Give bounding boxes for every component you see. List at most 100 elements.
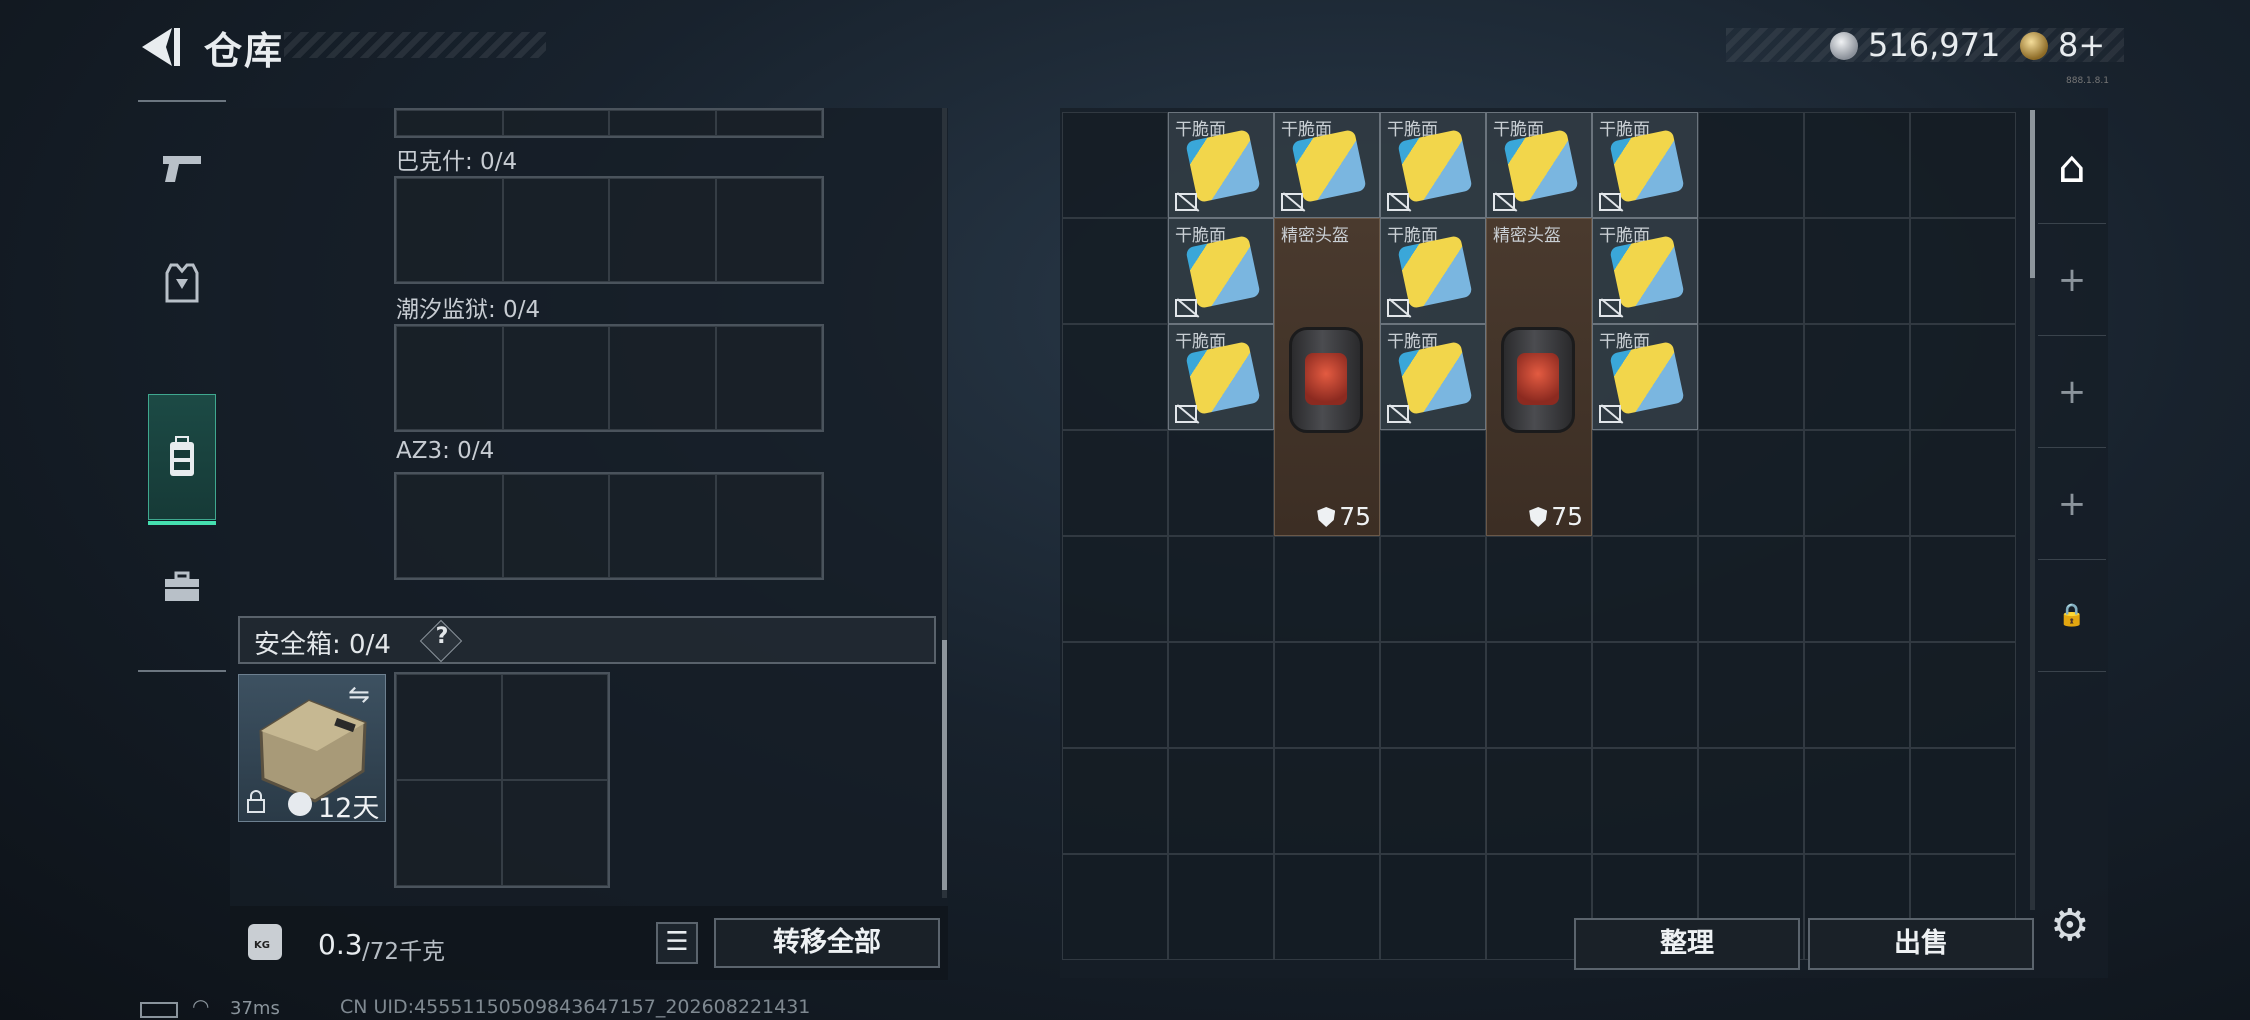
storage-cell[interactable] bbox=[1592, 748, 1698, 854]
storage-cell[interactable] bbox=[1698, 748, 1804, 854]
storage-cell[interactable] bbox=[1698, 642, 1804, 748]
storage-cell[interactable] bbox=[1062, 430, 1168, 536]
safe-box-grid[interactable] bbox=[394, 672, 610, 888]
storage-cell[interactable] bbox=[1062, 324, 1168, 430]
tab-locked[interactable]: 🔒 bbox=[2038, 560, 2106, 672]
container-grid[interactable] bbox=[394, 472, 824, 580]
storage-cell[interactable] bbox=[1804, 430, 1910, 536]
noodles-item[interactable]: 干脆面 bbox=[1380, 324, 1486, 430]
storage-cell[interactable] bbox=[1168, 748, 1274, 854]
storage-cell[interactable] bbox=[1274, 642, 1380, 748]
storage-cell[interactable] bbox=[1274, 854, 1380, 960]
lock-icon bbox=[246, 790, 266, 820]
armor-number: 75 bbox=[1339, 502, 1371, 531]
item-name: 精密头盔 bbox=[1493, 226, 1561, 246]
left-scrollbar-thumb[interactable] bbox=[942, 640, 947, 890]
storage-cell[interactable] bbox=[1062, 748, 1168, 854]
storage-cell[interactable] bbox=[1062, 112, 1168, 218]
tab-armor[interactable] bbox=[138, 228, 226, 338]
storage-cell[interactable] bbox=[1168, 430, 1274, 536]
storage-cell[interactable] bbox=[1486, 642, 1592, 748]
armor-vest-icon bbox=[165, 263, 199, 303]
back-button[interactable] bbox=[136, 24, 182, 70]
container-grid[interactable] bbox=[394, 324, 824, 432]
storage-cell[interactable] bbox=[1062, 536, 1168, 642]
sell-button[interactable]: 出售 bbox=[1808, 918, 2034, 970]
storage-cell[interactable] bbox=[1910, 112, 2016, 218]
storage-cell[interactable] bbox=[1698, 430, 1804, 536]
storage-cell[interactable] bbox=[1698, 218, 1804, 324]
storage-cell[interactable] bbox=[1380, 536, 1486, 642]
gear-icon: ⚙ bbox=[2050, 900, 2090, 951]
noodles-item[interactable]: 干脆面 bbox=[1168, 324, 1274, 430]
armor-value: 75 bbox=[1317, 502, 1371, 531]
helmet-item[interactable]: 精密头盔 75 bbox=[1274, 218, 1380, 536]
storage-cell[interactable] bbox=[1380, 854, 1486, 960]
version-note: 888.1.8.1 bbox=[2066, 76, 2109, 86]
noodles-icon bbox=[1185, 129, 1261, 203]
noodles-item[interactable]: 干脆面 bbox=[1592, 324, 1698, 430]
add-icon: + bbox=[2057, 371, 2087, 412]
storage-cell[interactable] bbox=[1380, 748, 1486, 854]
storage-cell[interactable] bbox=[1486, 536, 1592, 642]
storage-cell[interactable] bbox=[1168, 854, 1274, 960]
noodles-item[interactable]: 干脆面 bbox=[1380, 112, 1486, 218]
transfer-all-button[interactable]: 转移全部 bbox=[714, 918, 940, 968]
storage-cell[interactable] bbox=[1168, 642, 1274, 748]
tab-add-storage[interactable]: + bbox=[2038, 336, 2106, 448]
storage-cell[interactable] bbox=[1910, 642, 2016, 748]
storage-cell[interactable] bbox=[1910, 536, 2016, 642]
storage-cell[interactable] bbox=[1910, 430, 2016, 536]
tab-add-storage[interactable]: + bbox=[2038, 448, 2106, 560]
storage-cell[interactable] bbox=[1592, 642, 1698, 748]
storage-cell[interactable] bbox=[1910, 218, 2016, 324]
storage-cell[interactable] bbox=[1804, 642, 1910, 748]
noodles-item[interactable]: 干脆面 bbox=[1168, 112, 1274, 218]
container-grid[interactable] bbox=[394, 176, 824, 284]
noodles-item[interactable]: 干脆面 bbox=[1274, 112, 1380, 218]
storage-cell[interactable] bbox=[1380, 642, 1486, 748]
storage-cell[interactable] bbox=[1062, 642, 1168, 748]
sort-button[interactable]: 整理 bbox=[1574, 918, 1800, 970]
noodles-item[interactable]: 干脆面 bbox=[1380, 218, 1486, 324]
helmet-item[interactable]: 精密头盔 75 bbox=[1486, 218, 1592, 536]
storage-cell[interactable] bbox=[1592, 536, 1698, 642]
storage-cell[interactable] bbox=[1698, 324, 1804, 430]
storage-cell[interactable] bbox=[1698, 112, 1804, 218]
storage-cell[interactable] bbox=[1062, 218, 1168, 324]
storage-cell[interactable] bbox=[1274, 536, 1380, 642]
list-view-button[interactable]: ☰ bbox=[656, 922, 698, 964]
storage-cell[interactable] bbox=[1910, 324, 2016, 430]
swap-icon[interactable]: ⇋ bbox=[348, 680, 370, 710]
storage-cell[interactable] bbox=[1274, 748, 1380, 854]
storage-cell[interactable] bbox=[1804, 218, 1910, 324]
tab-add-storage[interactable]: + bbox=[2038, 224, 2106, 336]
storage-cell[interactable] bbox=[1698, 536, 1804, 642]
storage-cell[interactable] bbox=[1804, 112, 1910, 218]
noodles-item[interactable]: 干脆面 bbox=[1486, 112, 1592, 218]
storage-cell[interactable] bbox=[1486, 748, 1592, 854]
no-transfer-icon bbox=[1281, 193, 1303, 211]
tab-weapons[interactable] bbox=[138, 112, 226, 222]
noodles-item[interactable]: 干脆面 bbox=[1168, 218, 1274, 324]
storage-cell[interactable] bbox=[1804, 536, 1910, 642]
page-title: 仓库 bbox=[204, 29, 285, 73]
storage-cell[interactable] bbox=[1592, 430, 1698, 536]
storage-cell[interactable] bbox=[1804, 324, 1910, 430]
wifi-icon: ◠ bbox=[192, 994, 210, 1018]
storage-cell[interactable] bbox=[1062, 854, 1168, 960]
storage-cell[interactable] bbox=[1910, 748, 2016, 854]
noodles-item[interactable]: 干脆面 bbox=[1592, 218, 1698, 324]
tab-backpack[interactable] bbox=[148, 394, 216, 525]
right-scrollbar-thumb[interactable] bbox=[2030, 110, 2035, 278]
weight-icon-label: KG bbox=[254, 940, 270, 951]
tab-warehouse[interactable]: ⌂ bbox=[2038, 112, 2106, 224]
noodles-item[interactable]: 干脆面 bbox=[1592, 112, 1698, 218]
tab-tools[interactable] bbox=[138, 532, 226, 642]
storage-cell[interactable] bbox=[1168, 536, 1274, 642]
storage-cell[interactable] bbox=[1380, 430, 1486, 536]
container-label: 潮汐监狱: 0/4 bbox=[396, 297, 541, 323]
container-grid-partial[interactable] bbox=[394, 108, 824, 138]
storage-cell[interactable] bbox=[1804, 748, 1910, 854]
settings-button[interactable]: ⚙ bbox=[2050, 900, 2089, 951]
